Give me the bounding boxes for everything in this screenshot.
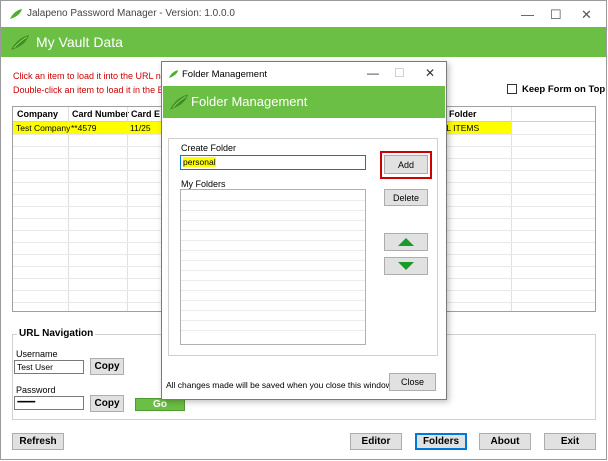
list-line bbox=[181, 250, 365, 251]
column-header-company[interactable]: Company bbox=[17, 109, 58, 119]
pepper-icon bbox=[170, 94, 188, 110]
my-folders-list[interactable] bbox=[180, 189, 366, 345]
list-line bbox=[181, 220, 365, 221]
password-label: Password bbox=[16, 385, 56, 395]
folders-button[interactable]: Folders bbox=[415, 433, 467, 450]
list-line bbox=[181, 320, 365, 321]
copy-password-button[interactable]: Copy bbox=[90, 395, 124, 412]
dialog-header: Folder Management bbox=[163, 86, 445, 118]
vault-header: My Vault Data bbox=[1, 27, 606, 57]
dialog-footer-text: All changes made will be saved when you … bbox=[166, 380, 392, 390]
create-folder-input[interactable]: personal bbox=[180, 155, 366, 170]
column-divider bbox=[68, 107, 69, 311]
url-navigation-title: URL Navigation bbox=[17, 328, 96, 339]
about-button[interactable]: About bbox=[479, 433, 531, 450]
list-line bbox=[181, 240, 365, 241]
dialog-maximize-button[interactable]: ☐ bbox=[394, 66, 405, 80]
pepper-icon bbox=[168, 70, 179, 78]
minimize-button[interactable]: — bbox=[521, 7, 534, 22]
list-line bbox=[181, 280, 365, 281]
title-bar: Jalapeno Password Manager - Version: 1.0… bbox=[1, 1, 606, 27]
keep-form-on-top-checkbox[interactable] bbox=[507, 84, 517, 94]
list-line bbox=[181, 330, 365, 331]
hint-line-2: Double-click an item to load it in the E bbox=[13, 85, 164, 95]
editor-button[interactable]: Editor bbox=[350, 433, 402, 450]
create-folder-label: Create Folder bbox=[181, 143, 237, 153]
dialog-header-title: Folder Management bbox=[191, 94, 308, 109]
list-line bbox=[181, 230, 365, 231]
folder-management-dialog: Folder Management — ☐ ✕ Folder Managemen… bbox=[161, 61, 447, 400]
list-line bbox=[181, 270, 365, 271]
list-line bbox=[181, 210, 365, 211]
list-line bbox=[181, 310, 365, 311]
column-divider bbox=[127, 107, 128, 311]
add-button[interactable]: Add bbox=[384, 155, 428, 174]
username-label: Username bbox=[16, 349, 58, 359]
dialog-close-action-button[interactable]: Close bbox=[389, 373, 436, 391]
copy-username-button[interactable]: Copy bbox=[90, 358, 124, 375]
column-header-folder[interactable]: Folder bbox=[449, 109, 477, 119]
list-line bbox=[181, 300, 365, 301]
list-line bbox=[181, 290, 365, 291]
my-folders-label: My Folders bbox=[181, 179, 226, 189]
list-line bbox=[181, 260, 365, 261]
dialog-title: Folder Management bbox=[182, 69, 268, 80]
triangle-down-icon bbox=[398, 262, 414, 270]
pepper-icon bbox=[11, 35, 29, 50]
triangle-up-icon bbox=[398, 238, 414, 246]
password-field[interactable]: •••••••••••••••• bbox=[14, 396, 84, 410]
username-field[interactable]: Test User bbox=[14, 360, 84, 374]
dialog-close-button[interactable]: ✕ bbox=[425, 66, 435, 80]
list-line bbox=[181, 200, 365, 201]
delete-button[interactable]: Delete bbox=[384, 189, 428, 206]
refresh-button[interactable]: Refresh bbox=[12, 433, 64, 450]
column-header-card-exp[interactable]: Card E bbox=[131, 109, 160, 119]
hint-line-1: Click an item to load it into the URL na bbox=[13, 71, 166, 81]
pepper-icon bbox=[10, 9, 22, 19]
move-up-button[interactable] bbox=[384, 233, 428, 251]
cell-card-number: **4579 bbox=[71, 123, 97, 133]
vault-header-title: My Vault Data bbox=[36, 34, 123, 50]
keep-form-on-top-label: Keep Form on Top bbox=[522, 84, 606, 95]
close-button[interactable]: ✕ bbox=[581, 7, 592, 23]
column-header-card-number[interactable]: Card Number bbox=[72, 109, 129, 119]
cell-company: Test Company bbox=[16, 123, 71, 133]
maximize-button[interactable]: ☐ bbox=[550, 7, 562, 23]
move-down-button[interactable] bbox=[384, 257, 428, 275]
cell-card-exp: 11/25 bbox=[130, 123, 151, 133]
exit-button[interactable]: Exit bbox=[544, 433, 596, 450]
column-divider bbox=[511, 107, 512, 311]
create-folder-value: personal bbox=[183, 157, 216, 167]
dialog-minimize-button[interactable]: — bbox=[367, 66, 379, 80]
window-title: Jalapeno Password Manager - Version: 1.0… bbox=[27, 8, 235, 19]
